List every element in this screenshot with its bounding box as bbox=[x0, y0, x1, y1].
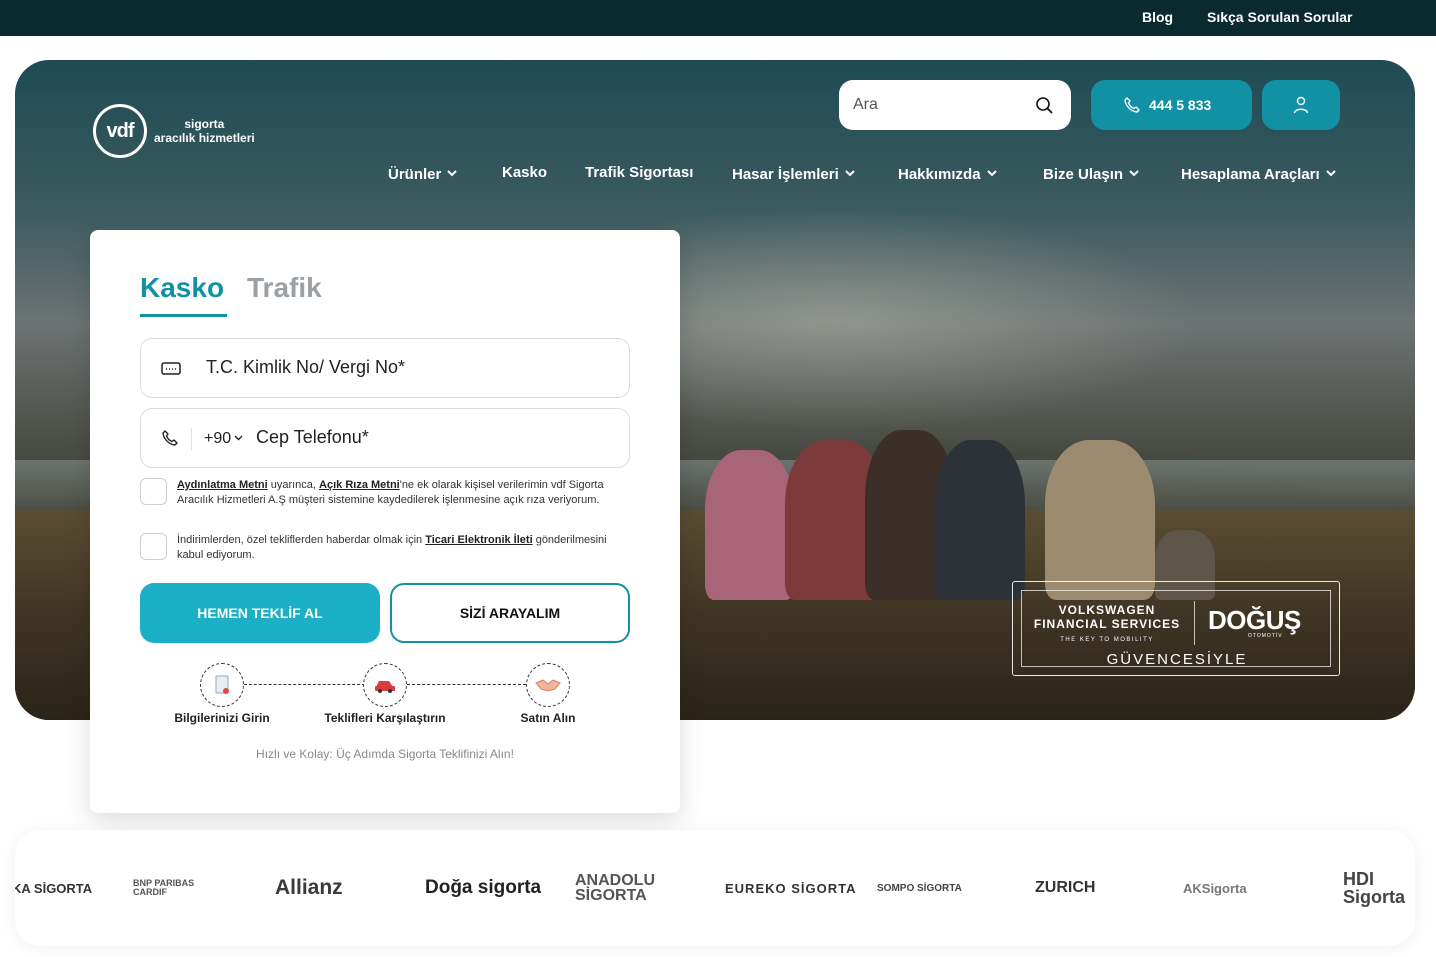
search-icon[interactable] bbox=[1035, 96, 1053, 114]
insurance-partners-strip: KA SİGORTA BNP PARIBAS CARDIF Allianz Do… bbox=[15, 830, 1415, 946]
chevron-down-icon bbox=[845, 164, 855, 181]
consent2-pre: İndirimlerden, özel tekliflerden haberda… bbox=[177, 534, 426, 546]
blog-link[interactable]: Blog bbox=[1142, 9, 1173, 25]
vw-line2: FINANCIAL SERVICES bbox=[1033, 617, 1181, 631]
chevron-down-icon bbox=[234, 428, 243, 446]
chevron-down-icon bbox=[1325, 164, 1336, 181]
nav-item-kasko[interactable]: Kasko bbox=[502, 164, 547, 181]
badge-guvencesiyle: GÜVENCESİYLE bbox=[1106, 651, 1248, 668]
logo-text: sigorta aracılık hizmetleri bbox=[154, 117, 255, 145]
id-number-field[interactable]: T.C. Kimlik No/ Vergi No* bbox=[140, 338, 630, 398]
vdf-logo[interactable]: vdf bbox=[93, 104, 147, 158]
vw-line1: VOLKSWAGEN bbox=[1058, 603, 1156, 617]
partner-logo[interactable]: ANADOLU SİGORTA bbox=[575, 872, 679, 904]
step-label-3: Satın Alın bbox=[520, 711, 576, 725]
partner-logo[interactable]: ZURICH bbox=[1035, 872, 1095, 904]
phone-button[interactable]: 444 5 833 bbox=[1091, 80, 1252, 130]
badge-divider bbox=[1194, 601, 1195, 645]
id-card-icon bbox=[161, 359, 181, 382]
document-icon bbox=[200, 663, 244, 707]
step-label-1: Bilgilerinizi Girin bbox=[174, 711, 270, 725]
nav-item-hakkimizda[interactable]: Hakkımızda bbox=[898, 164, 997, 183]
car-compare-icon bbox=[363, 663, 407, 707]
handshake-icon bbox=[526, 663, 570, 707]
nav-label: Trafik Sigortası bbox=[585, 164, 694, 181]
step-connector bbox=[244, 684, 365, 685]
nav-label: Hasar İşlemleri bbox=[732, 166, 839, 183]
nav-label: Ürünler bbox=[388, 166, 442, 183]
nav-item-trafik[interactable]: Trafik Sigortası bbox=[585, 164, 693, 181]
partner-logo[interactable]: AKSigorta bbox=[1183, 872, 1247, 904]
partner-logo[interactable]: Allianz bbox=[275, 872, 343, 904]
country-code-value: +90 bbox=[204, 430, 232, 447]
get-quote-button[interactable]: HEMEN TEKLİF AL bbox=[140, 583, 380, 643]
hero-person bbox=[1045, 440, 1155, 600]
chevron-down-icon bbox=[1129, 164, 1139, 181]
call-me-button[interactable]: SİZİ ARAYALIM bbox=[390, 583, 630, 643]
nav-item-urunler[interactable]: Ürünler bbox=[388, 164, 458, 183]
partner-logo[interactable]: HDI Sigorta bbox=[1343, 870, 1411, 906]
user-icon bbox=[1293, 96, 1309, 119]
country-code-select[interactable]: +90 bbox=[191, 428, 243, 450]
consent-text-kvkk: Aydınlatma Metni uyarınca, Açık Rıza Met… bbox=[177, 478, 627, 508]
partner-logo[interactable]: EUREKO SİGORTA bbox=[725, 872, 857, 904]
phone-icon bbox=[161, 429, 179, 452]
partner-badge: VOLKSWAGEN FINANCIAL SERVICES THE KEY TO… bbox=[1012, 581, 1340, 676]
nav-label: Bize Ulaşın bbox=[1043, 166, 1124, 183]
search-box bbox=[839, 80, 1071, 130]
ticari-ileti-link[interactable]: Ticari Elektronik İleti bbox=[425, 534, 532, 546]
hero-person bbox=[935, 440, 1025, 600]
acik-riza-link[interactable]: Açık Rıza Metni bbox=[319, 479, 400, 491]
partner-logo[interactable]: Doğa sigorta bbox=[425, 872, 541, 904]
vw-fs-logo: VOLKSWAGEN FINANCIAL SERVICES THE KEY TO… bbox=[1022, 603, 1192, 647]
consent1-mid: uyarınca, bbox=[267, 479, 320, 491]
form-tagline: Hızlı ve Kolay: Üç Adımda Sigorta Teklif… bbox=[256, 747, 514, 761]
tab-kasko[interactable]: Kasko bbox=[140, 272, 224, 304]
nav-label: Kasko bbox=[502, 164, 548, 181]
partner-logo[interactable]: KA SİGORTA bbox=[15, 872, 92, 904]
consent-checkbox-eti[interactable] bbox=[140, 533, 167, 560]
top-bar: Blog Sıkça Sorulan Sorular bbox=[0, 0, 1436, 36]
active-tab-underline bbox=[140, 314, 227, 317]
consent-checkbox-kvkk[interactable] bbox=[140, 478, 167, 505]
nav-label: Hesaplama Araçları bbox=[1181, 166, 1320, 183]
badge-inner: VOLKSWAGEN FINANCIAL SERVICES THE KEY TO… bbox=[1021, 590, 1331, 668]
chevron-down-icon bbox=[447, 164, 458, 181]
phone-placeholder: Cep Telefonu* bbox=[256, 427, 369, 447]
aydinlatma-link[interactable]: Aydınlatma Metni bbox=[177, 479, 268, 491]
vw-tagline: THE KEY TO MOBILITY bbox=[1060, 637, 1154, 643]
id-number-placeholder: T.C. Kimlik No/ Vergi No* bbox=[206, 357, 406, 377]
hero-person bbox=[705, 450, 795, 600]
dogus-text: DOĞUŞ bbox=[1208, 605, 1301, 635]
tab-trafik[interactable]: Trafik bbox=[247, 272, 322, 304]
quote-form-card: Kasko Trafik T.C. Kimlik No/ Vergi No* +… bbox=[90, 230, 680, 813]
search-input[interactable] bbox=[853, 92, 1023, 118]
phone-field[interactable]: +90 Cep Telefonu* bbox=[140, 408, 630, 468]
step-label-2: Teklifleri Karşılaştırın bbox=[324, 711, 446, 725]
user-account-button[interactable] bbox=[1262, 80, 1340, 130]
nav-item-bize-ulasin[interactable]: Bize Ulaşın bbox=[1043, 164, 1139, 183]
partner-logo[interactable]: BNP PARIBAS CARDIF bbox=[133, 872, 229, 904]
faq-link[interactable]: Sıkça Sorulan Sorular bbox=[1207, 9, 1353, 25]
nav-item-hasar[interactable]: Hasar İşlemleri bbox=[732, 164, 855, 183]
dogus-sub: OTOMOTİV bbox=[1248, 633, 1283, 639]
chevron-down-icon bbox=[986, 164, 997, 181]
logo-line2: aracılık hizmetleri bbox=[154, 131, 255, 145]
dogus-logo: DOĞUŞ OTOMOTİV bbox=[1208, 605, 1301, 639]
step-connector bbox=[407, 684, 526, 685]
logo-line1: sigorta bbox=[184, 117, 225, 131]
nav-item-hesaplama[interactable]: Hesaplama Araçları bbox=[1181, 164, 1336, 183]
nav-label: Hakkımızda bbox=[898, 166, 981, 183]
phone-icon bbox=[1123, 96, 1141, 117]
consent-text-eti: İndirimlerden, özel tekliflerden haberda… bbox=[177, 533, 627, 563]
partner-logo[interactable]: SOMPO SİGORTA bbox=[877, 872, 962, 904]
phone-number: 444 5 833 bbox=[1149, 97, 1212, 113]
